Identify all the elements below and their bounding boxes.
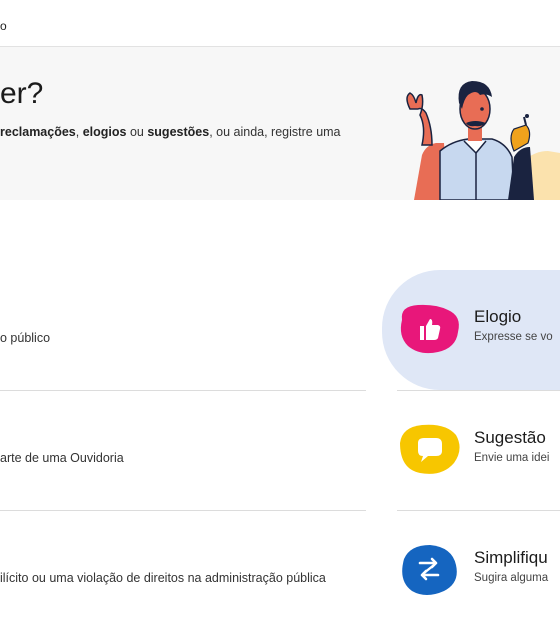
hero-banner: er? reclamações, elogios ou sugestões, o… [0, 47, 560, 200]
card-description: Envie uma idei [474, 452, 550, 464]
list-item-description: arte de uma Ouvidoria [0, 451, 124, 465]
list-item[interactable]: arte de uma Ouvidoria [0, 391, 366, 511]
card-title: Elogio [474, 307, 522, 326]
thumbs-up-icon [400, 304, 459, 354]
speech-bubble-icon [400, 424, 460, 474]
hero-text-rest: , ou ainda, registre uma [209, 125, 341, 139]
hero-description: reclamações, elogios ou sugestões, ou ai… [0, 125, 341, 139]
people-illustration [406, 81, 560, 200]
card-description: Expresse se vo [474, 331, 553, 343]
list-item[interactable]: o público [0, 270, 366, 390]
swap-arrows-icon [402, 545, 457, 595]
list-item-description: ilícito ou uma violação de direitos na a… [0, 571, 326, 585]
hero-text-sep2: ou [126, 125, 148, 139]
hero-text-suggestions: sugestões [147, 125, 210, 139]
option-card-suggestion[interactable]: Sugestão Envie uma idei [382, 391, 560, 511]
list-item[interactable]: ilícito ou uma violação de direitos na a… [0, 511, 366, 631]
hero-text-praise: elogios [82, 125, 127, 139]
card-title: Sugestão [474, 428, 546, 447]
option-card-simplify[interactable]: Simplifiqu Sugira alguma [382, 511, 560, 631]
card-title: Simplifiqu [474, 548, 548, 567]
option-card-praise[interactable]: Elogio Expresse se vo [382, 270, 560, 390]
topbar-text[interactable]: o [0, 19, 7, 33]
hero-text-sep1: , [75, 125, 83, 139]
page-title: er? [0, 77, 44, 110]
hero-text-complaints: reclamações [0, 125, 76, 139]
list-item-description: o público [0, 331, 51, 345]
top-navigation-bar: o [0, 0, 560, 47]
card-description: Sugira alguma [474, 572, 549, 584]
